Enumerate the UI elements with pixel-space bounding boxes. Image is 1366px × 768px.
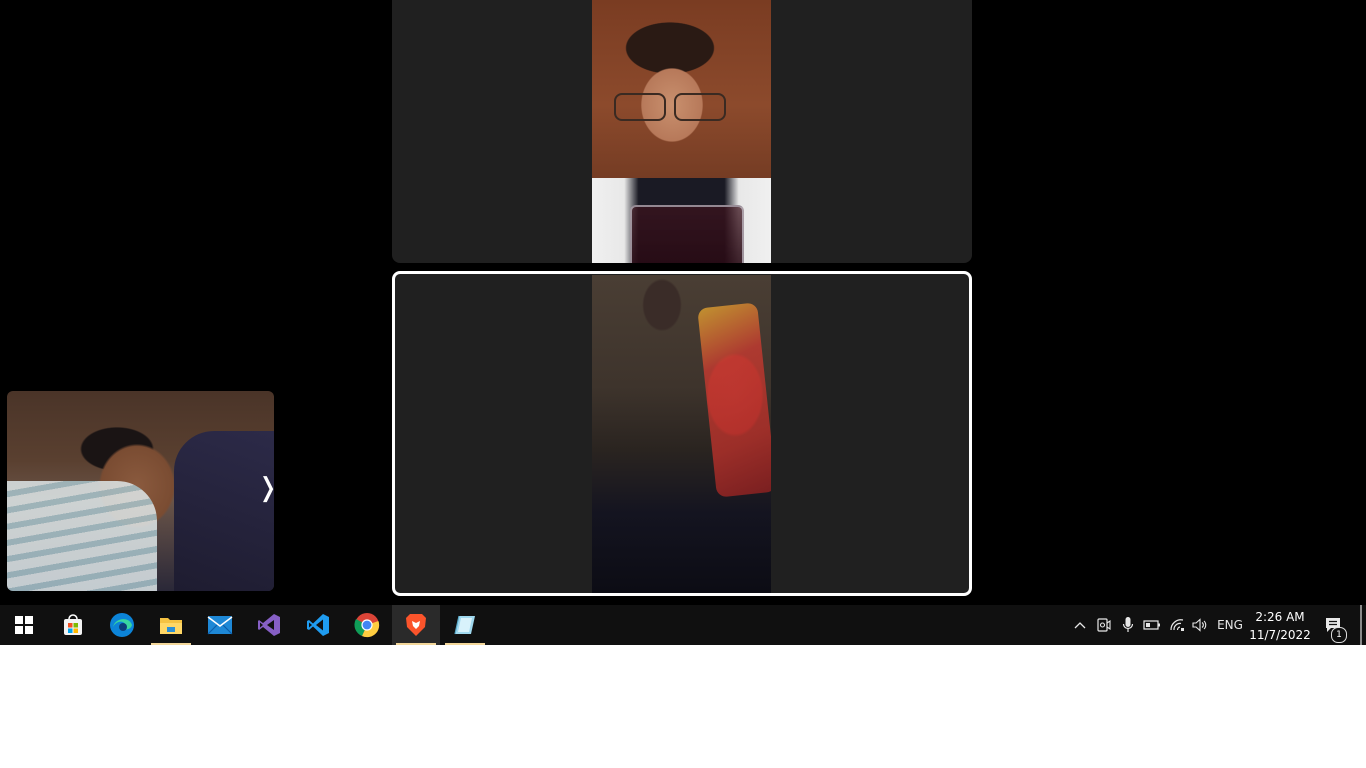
chrome-icon <box>354 613 380 638</box>
mail-icon <box>207 616 233 635</box>
visual-studio-button[interactable] <box>245 605 293 645</box>
windows-logo-icon <box>15 616 33 634</box>
participant-tile-bottom-focused[interactable] <box>392 271 972 596</box>
network-tray[interactable] <box>1166 605 1188 645</box>
store-icon <box>64 614 82 635</box>
volume-tray[interactable] <box>1189 605 1211 645</box>
glass-app-button[interactable] <box>441 605 489 645</box>
wifi-icon <box>1170 619 1184 631</box>
input-language-indicator[interactable]: ENG <box>1212 605 1248 645</box>
show-hidden-icons-button[interactable] <box>1070 605 1090 645</box>
participant-video-feed <box>592 0 771 263</box>
start-button[interactable] <box>0 605 48 645</box>
microsoft-edge-button[interactable] <box>98 605 146 645</box>
vs-code-button[interactable] <box>294 605 342 645</box>
folder-icon <box>160 618 182 634</box>
brave-browser-button[interactable] <box>392 605 440 645</box>
visual-studio-icon <box>258 614 280 636</box>
microphone-icon <box>1122 617 1134 632</box>
self-view-video[interactable]: ❭ <box>7 391 274 591</box>
notification-count-badge: 1 <box>1331 627 1347 643</box>
chevron-up-icon <box>1074 622 1086 629</box>
camera-in-use-tray[interactable] <box>1094 605 1114 645</box>
mail-button[interactable] <box>196 605 244 645</box>
windows-taskbar: ENG 2:26 AM 11/7/2022 1 <box>0 605 1366 645</box>
file-explorer-button[interactable] <box>147 605 195 645</box>
show-desktop-button[interactable] <box>1360 605 1362 645</box>
speaker-icon <box>1192 618 1207 632</box>
clock[interactable]: 2:26 AM 11/7/2022 <box>1246 605 1314 645</box>
video-call-window: ❭ <box>0 0 1366 605</box>
collapse-self-view-chevron-icon[interactable]: ❭ <box>257 473 274 503</box>
clock-time: 2:26 AM <box>1255 610 1305 624</box>
glass-app-icon <box>454 615 475 635</box>
battery-icon <box>1143 620 1160 630</box>
glasses-detail <box>614 93 726 121</box>
battery-tray[interactable] <box>1142 605 1162 645</box>
edge-icon <box>110 613 134 637</box>
microsoft-store-button[interactable] <box>49 605 97 645</box>
brave-icon <box>406 614 426 636</box>
camera-icon <box>1097 618 1111 632</box>
participant-tile-top[interactable] <box>392 0 972 263</box>
vscode-icon <box>307 614 329 636</box>
microphone-in-use-tray[interactable] <box>1118 605 1138 645</box>
participant-video-feed <box>592 275 771 593</box>
clock-date: 11/7/2022 <box>1249 628 1311 642</box>
google-chrome-button[interactable] <box>343 605 391 645</box>
